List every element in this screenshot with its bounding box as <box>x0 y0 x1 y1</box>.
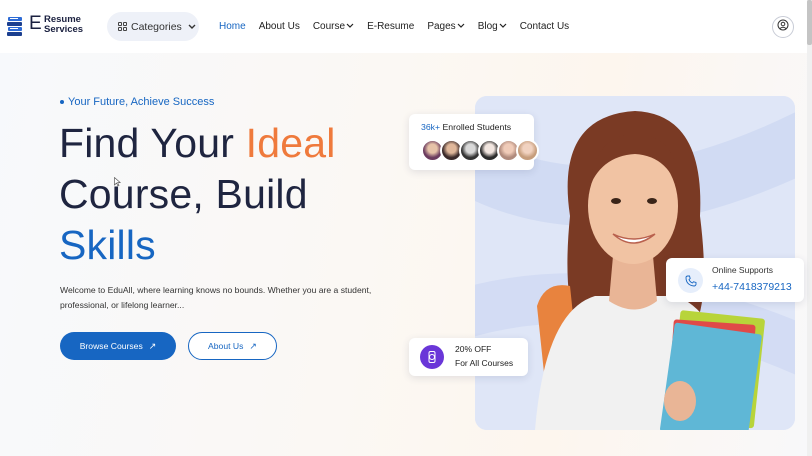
nav-item-about[interactable]: About Us <box>259 21 300 32</box>
nav-item-e-resume[interactable]: E-Resume <box>367 21 414 32</box>
page-scrollbar[interactable] <box>807 0 812 456</box>
mouse-cursor-icon <box>114 174 122 192</box>
support-title: Online Supports <box>712 265 773 275</box>
site-logo[interactable]: E Resume Services <box>7 13 83 38</box>
headline-part-2: Course, Build <box>59 171 308 217</box>
book-stack-icon <box>7 14 29 38</box>
nav-item-contact[interactable]: Contact Us <box>520 21 569 32</box>
students-text: Enrolled Students <box>442 122 512 132</box>
enrolled-students-card: 36k+ Enrolled Students <box>409 114 539 170</box>
chevron-down-icon <box>457 22 465 31</box>
online-support-card: Online Supports +44-7418379213 <box>666 258 804 302</box>
nav-item-pages[interactable]: Pages <box>427 21 465 32</box>
site-header: E Resume Services Categories Home About … <box>0 0 812 53</box>
scrollbar-thumb[interactable] <box>807 0 812 45</box>
logo-line-2: Services <box>44 24 84 35</box>
nav-item-blog[interactable]: Blog <box>478 21 507 32</box>
main-nav: Home About Us Course E-Resume Pages Blog… <box>219 21 582 32</box>
avatar <box>516 139 539 162</box>
categories-label: Categories <box>131 20 182 33</box>
about-us-label: About Us <box>208 341 244 351</box>
chevron-down-icon <box>188 21 196 33</box>
nav-label: E-Resume <box>367 21 415 32</box>
discount-card: 20% OFF For All Courses <box>409 338 528 376</box>
nav-label: About Us <box>258 21 300 32</box>
categories-button[interactable]: Categories <box>107 12 199 41</box>
grid-icon <box>118 22 127 31</box>
nav-label: Contact Us <box>519 21 570 32</box>
hero-description: Welcome to EduAll, where learning knows … <box>60 285 372 310</box>
phone-icon <box>678 268 703 293</box>
nav-label: Blog <box>477 21 498 32</box>
chevron-down-icon <box>499 22 507 31</box>
browse-courses-label: Browse Courses <box>79 341 143 351</box>
arrow-up-right-icon: ↗ <box>148 340 157 351</box>
browse-courses-button[interactable]: Browse Courses ↗ <box>60 332 176 360</box>
chevron-down-icon <box>346 22 354 31</box>
discount-scope: For All Courses <box>455 358 514 368</box>
nav-label: Course <box>312 21 346 32</box>
nav-item-home[interactable]: Home <box>219 21 246 32</box>
tagline-text: Your Future, Achieve Success <box>68 96 215 108</box>
headline-part-3: Skills <box>59 222 156 268</box>
logo-wordmark: Resume Services <box>44 15 104 35</box>
arrow-up-right-icon: ↗ <box>249 340 257 351</box>
headline-highlight: Ideal <box>245 120 336 166</box>
logo-letter: E <box>29 13 42 34</box>
nav-item-course[interactable]: Course <box>313 21 354 32</box>
student-avatar-group <box>421 139 539 162</box>
discount-percent: 20% OFF <box>455 344 492 354</box>
user-account-button[interactable] <box>772 16 794 38</box>
headline-part-1: Find Your <box>59 120 246 166</box>
user-icon <box>777 18 789 36</box>
bullet-dot-icon <box>60 100 64 104</box>
about-us-button[interactable]: About Us ↗ <box>188 332 277 360</box>
support-phone[interactable]: +44-7418379213 <box>712 281 792 293</box>
students-count: 36k+ <box>421 122 441 132</box>
nav-label: Pages <box>427 21 456 32</box>
enrolled-students-label: 36k+ Enrolled Students <box>421 122 511 132</box>
hero-tagline: Your Future, Achieve Success <box>60 96 214 108</box>
watch-icon <box>420 345 444 369</box>
nav-label: Home <box>219 21 246 32</box>
hero-headline: Find Your Ideal Course, Build Skills <box>59 118 336 271</box>
